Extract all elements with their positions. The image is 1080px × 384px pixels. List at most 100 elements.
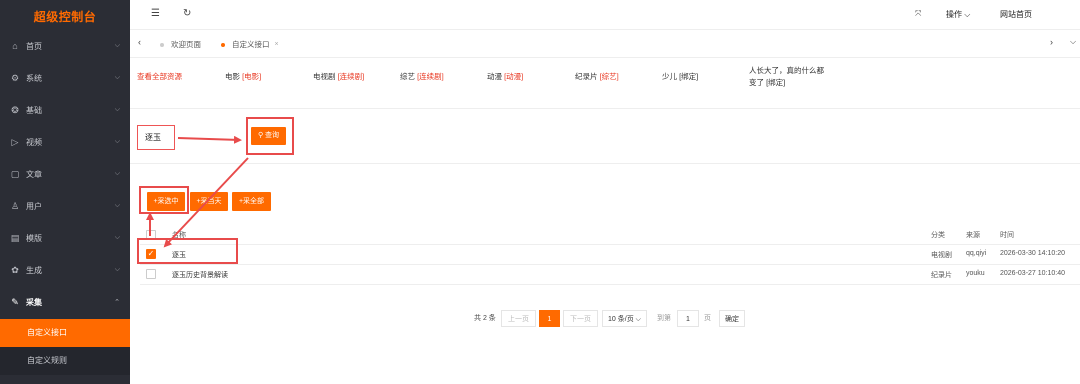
resource-documentary[interactable]: 纪录片 [综艺]: [575, 71, 619, 83]
cell-name[interactable]: 逐玉: [172, 250, 186, 260]
resource-binding: [连续剧]: [417, 72, 444, 81]
row-checkbox[interactable]: ✓: [146, 249, 156, 259]
resource-name: 纪录片: [575, 72, 598, 81]
chevron-left-icon[interactable]: ‹: [138, 37, 141, 47]
search-input[interactable]: 逐玉: [137, 125, 175, 150]
tab-custom-api[interactable]: 自定义接口 ×: [221, 39, 279, 50]
goto-confirm-button[interactable]: 确定: [719, 310, 745, 327]
resource-binding: 变了 [绑定]: [749, 78, 786, 87]
row-divider: [140, 264, 1080, 265]
goto-label: 到第: [657, 315, 671, 322]
sidebar-item-user[interactable]: ♙ 用户 ⌵: [0, 190, 130, 222]
close-icon[interactable]: ×: [275, 41, 279, 48]
sidebar-item-label: 文章: [26, 169, 42, 179]
cell-source: youku: [966, 270, 985, 277]
operate-menu[interactable]: 操作 ⌵: [946, 9, 970, 20]
resource-name: 人长大了，真的什么都: [749, 66, 824, 75]
fullscreen-icon[interactable]: ⤧: [915, 9, 921, 19]
resource-binding: [绑定]: [679, 72, 699, 81]
sidebar-item-template[interactable]: ▤ 模版 ⌵: [0, 222, 130, 254]
chevron-right-icon[interactable]: ›: [1050, 37, 1053, 47]
basic-icon: ❂: [11, 104, 19, 115]
cell-name[interactable]: 逐玉历史背景解读: [172, 270, 228, 280]
chevron-down-icon: ⌵: [114, 106, 120, 113]
resource-kids[interactable]: 少儿 [绑定]: [662, 71, 698, 83]
resource-binding: [综艺]: [599, 72, 619, 81]
chevron-down-icon: ⌵: [964, 10, 971, 19]
sidebar-subitem-custom-api[interactable]: 自定义接口: [0, 319, 130, 347]
search-button-label: 查询: [265, 132, 280, 139]
sidebar-item-label: 视频: [26, 137, 42, 147]
resource-binding: [动漫]: [504, 72, 524, 81]
page-number-current[interactable]: 1: [539, 310, 560, 327]
divider: [130, 163, 1080, 164]
user-icon: ♙: [10, 200, 20, 211]
collect-submenu: 自定义接口 自定义规则: [0, 319, 130, 375]
sidebar-item-label: 用户: [26, 201, 42, 211]
chevron-up-icon: ⌃: [114, 299, 120, 306]
sidebar-item-label: 模版: [26, 233, 42, 243]
sidebar-item-video[interactable]: ▷ 视频 ⌵: [0, 126, 130, 158]
prev-page-button[interactable]: 上一页: [501, 310, 536, 327]
top-bar: ☰ ↻ ⤧ 操作 ⌵ 网站首页: [130, 0, 1080, 30]
row-divider: [140, 244, 1080, 245]
chevron-down-icon: ⌵: [114, 74, 120, 81]
template-icon: ▤: [10, 232, 20, 243]
resource-variety[interactable]: 综艺 [连续剧]: [400, 71, 444, 83]
tab-welcome[interactable]: 欢迎页面: [160, 39, 201, 50]
cell-category: 纪录片: [931, 272, 952, 279]
row-checkbox[interactable]: [146, 269, 156, 279]
resource-name: 少儿: [662, 72, 677, 81]
home-icon: ⌂: [12, 41, 18, 51]
collect-today-button[interactable]: +采当天: [190, 192, 228, 211]
chevron-down-icon: ⌵: [114, 266, 120, 273]
video-icon: ▷: [11, 136, 19, 147]
site-home-link[interactable]: 网站首页: [1000, 9, 1032, 20]
sidebar-item-article[interactable]: ▢ 文章 ⌵: [0, 158, 130, 190]
next-page-button[interactable]: 下一页: [563, 310, 598, 327]
column-header-source: 来源: [966, 232, 980, 239]
chevron-down-icon[interactable]: ⌵: [1070, 37, 1076, 47]
goto-page-input[interactable]: 1: [677, 310, 699, 327]
arrow-to-search-button: [177, 135, 242, 144]
collect-selected-button[interactable]: +采选中: [147, 192, 185, 211]
collect-all-button[interactable]: +采全部: [232, 192, 271, 211]
column-header-time: 时间: [1000, 232, 1014, 239]
cell-time: 2026-03-30 14:10:20: [1000, 250, 1065, 257]
menu-collapse-icon[interactable]: ☰: [151, 8, 160, 19]
search-button[interactable]: ⚲ 查询: [251, 127, 286, 145]
tabs-bar: ‹ 欢迎页面 自定义接口 × › ⌵: [130, 30, 1080, 58]
sidebar-item-basic[interactable]: ❂ 基础 ⌵: [0, 94, 130, 126]
resource-movie[interactable]: 电影 [电影]: [225, 71, 261, 83]
sidebar-item-generate[interactable]: ✿ 生成 ⌵: [0, 254, 130, 286]
page-unit-label: 页: [704, 315, 711, 322]
chevron-down-icon: ⌵: [114, 138, 120, 145]
cell-category: 电视剧: [931, 252, 952, 259]
collect-icon: ✎: [11, 296, 19, 307]
sidebar-item-home[interactable]: ⌂ 首页 ⌵: [0, 30, 130, 62]
chevron-down-icon: ⌵: [114, 202, 120, 209]
tab-label: 自定义接口: [232, 40, 270, 49]
sidebar-item-system[interactable]: ⚙ 系统 ⌵: [0, 62, 130, 94]
operate-label: 操作: [946, 10, 962, 19]
resource-name: 电影: [225, 72, 240, 81]
resource-tv[interactable]: 电视剧 [连续剧]: [313, 71, 364, 83]
sidebar-item-label: 首页: [26, 41, 42, 51]
sidebar-subitem-custom-rule[interactable]: 自定义规则: [0, 347, 130, 375]
tab-label: 欢迎页面: [171, 40, 201, 49]
sidebar-item-collect[interactable]: ✎ 采集 ⌃: [0, 286, 130, 318]
chevron-down-icon: ⌵: [635, 316, 641, 323]
resource-binding: [连续剧]: [337, 72, 365, 81]
app-logo: 超级控制台: [33, 10, 97, 24]
per-page-select[interactable]: 10 条/页 ⌵: [602, 310, 647, 327]
system-icon: ⚙: [10, 72, 20, 83]
chevron-down-icon: ⌵: [114, 170, 120, 177]
chevron-down-icon: ⌵: [114, 42, 120, 49]
divider: [130, 108, 1080, 109]
refresh-icon[interactable]: ↻: [183, 8, 191, 19]
view-all-resources-link[interactable]: 查看全部资源: [137, 71, 182, 83]
resource-anime[interactable]: 动漫 [动漫]: [487, 71, 523, 83]
resource-last[interactable]: 人长大了，真的什么都 变了 [绑定]: [749, 65, 839, 89]
column-header-category: 分类: [931, 232, 945, 239]
search-icon: ⚲: [257, 132, 264, 139]
